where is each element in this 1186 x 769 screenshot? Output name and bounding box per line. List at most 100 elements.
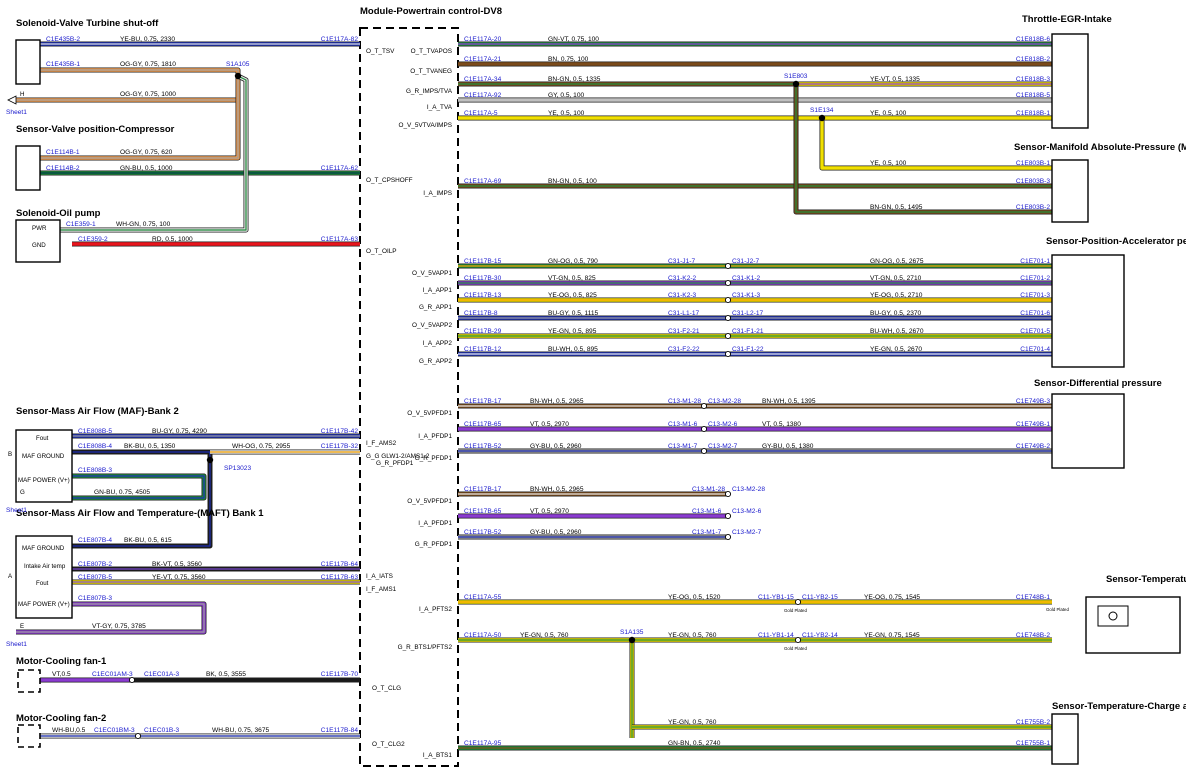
left-wire-connector-a: C1E114B-2 (46, 165, 80, 172)
left-wire-connector-a: C1E807B-5 (78, 574, 112, 581)
module-signal-label: O_T_OILP (366, 248, 397, 255)
dp2-wire-spec: BN-WH, 0.5, 2965 (530, 486, 584, 493)
app-wire-spec-2: YE-GN, 0.5, 2670 (870, 346, 922, 353)
cps-box (15, 145, 41, 191)
dp2-wire-spec: GY-BU, 0.5, 2960 (530, 529, 582, 536)
app-wire-spec-2: GN-OG, 0.5, 2675 (870, 258, 924, 265)
temp-wire-spec: YE-OG, 0.5, 1520 (668, 594, 721, 601)
fan2-signal: O_T_CLG2 (372, 741, 405, 748)
map-wire-spec: YE, 0.5, 100 (870, 160, 907, 167)
left-wire-spec: RD, 0.5, 1000 (152, 236, 193, 243)
dp2-wire-connector-l: C1E117B-65 (464, 508, 502, 515)
app-wire-connector-m2: C31-K1-3 (732, 292, 761, 299)
right-wire-connector-l: C1E117A-92 (464, 92, 502, 99)
right-signal-label: I_A_IMPS (423, 190, 452, 197)
fan2-title: Motor-Cooling fan-2 (16, 713, 106, 724)
left-wire-spec: BK-VT, 0.5, 3560 (152, 561, 202, 568)
dp-wire-connector-m1: C13-M1-6 (668, 421, 698, 428)
temp-wire-connector-m2: C11-YB2-14 (802, 632, 838, 639)
temp-gold-plated: Gold Plated (784, 646, 808, 651)
oilp-title: Solenoid-Oil pump (16, 208, 101, 219)
fan2-connector-1: C1EC01BM-3 (94, 727, 135, 734)
maf2-spec-4: BK-BU, 0.5, 1350 (124, 443, 176, 450)
fan2-spec-0: WH-BU,0.5 (52, 727, 86, 734)
dpf-element (1097, 605, 1129, 627)
app-wire-connector-l: C1E117B-15 (464, 258, 502, 265)
temp-inline-connector (794, 636, 802, 644)
app-wire-connector-r: C1E701-5 (1020, 328, 1050, 335)
left-wire-connector-b: C1E117A-62 (321, 165, 359, 172)
left-wire-connector-b: C1E117B-64 (321, 561, 359, 568)
maft-spec-4: BK-BU, 0.5, 615 (124, 537, 172, 544)
temp-wire-spec: YE-GN, 0.5, 760 (520, 632, 569, 639)
fan2-connector-r: C1E117B-84 (321, 727, 359, 734)
dp-inline-connector (700, 402, 708, 410)
temp-wire-connector-r: C1E755B-2 (1016, 719, 1050, 726)
dp2-wire-connector-l: C1E117B-52 (464, 529, 502, 536)
fan1-spec-0: VT,0.5 (52, 671, 71, 678)
app-inline-connector (724, 279, 732, 287)
dp2-wire-spec: VT, 0.5, 2970 (530, 508, 569, 515)
dp-wire-spec: BN-WH, 0.5, 2965 (530, 398, 584, 405)
maft-marker-e: E (20, 623, 24, 630)
oilp-spec-1: WH-GN, 0.75, 100 (116, 221, 171, 228)
dp2-signal-label: G_R_PFDP1 (415, 541, 453, 548)
temp-wire-spec-1b: YE-GN, 0.5, 760 (668, 632, 717, 639)
right-wire-connector-r: C1E818B-3 (1016, 76, 1050, 83)
right-splice-dot (792, 80, 800, 88)
maft-sheet-link[interactable]: Sheet1 (6, 641, 27, 648)
right-wire-connector-r: C1E818B-1 (1016, 110, 1050, 117)
right-wire-connector-l: C1E117A-69 (464, 178, 502, 185)
temp-wire-connector-r: C1E755B-1 (1016, 740, 1050, 747)
right-wire-spec-2: YE, 0.5, 100 (870, 110, 907, 117)
maf2-sheet-link[interactable]: Sheet1 (6, 507, 27, 514)
app-inline-connector (724, 296, 732, 304)
temp-signal-label: I_A_PFTS2 (419, 606, 452, 613)
temp-gold-plated: Gold Plated (784, 608, 808, 613)
right-wire-spec: GY, 0.5, 100 (548, 92, 585, 99)
app-wire-connector-m1: C31-K2-3 (668, 292, 697, 299)
app-wire-connector-r: C1E701-6 (1020, 310, 1050, 317)
fan2-inline-connector (134, 732, 142, 740)
temp-wire-connector-l: C1E117A-95 (464, 740, 502, 747)
oilp-pin-gnd: GND (32, 242, 46, 249)
app-signal-label: G_R_APP2 (419, 358, 452, 365)
temp-wire-spec: GN-BN, 0.5, 2740 (668, 740, 721, 747)
dp-wire-connector-m1: C13-M1-7 (668, 443, 698, 450)
left-wire-connector-a: C1E435B-2 (46, 36, 80, 43)
maf2-connector-3: C1E808B-3 (78, 467, 112, 474)
maf2-marker-b: B (8, 451, 12, 458)
app-wire-connector-m1: C31-K2-2 (668, 275, 697, 282)
app-wire-connector-l: C1E117B-12 (464, 346, 502, 353)
app-wire-connector-l: C1E117B-30 (464, 275, 502, 282)
app-wire-connector-l: C1E117B-13 (464, 292, 502, 299)
dp2-wire-connector-m2: C13-M2-7 (732, 529, 762, 536)
module-signal-label: I_F_AMS2 (366, 440, 397, 447)
left-wire-connector-b: C1E117A-63 (321, 236, 359, 243)
tsv-title: Solenoid-Valve Turbine shut-off (16, 18, 159, 29)
maft-pin-ground: MAF GROUND (22, 545, 65, 552)
dp-inline-connector (700, 447, 708, 455)
app-inline-connector (724, 262, 732, 270)
tsv-sheet-arrow (7, 95, 17, 105)
tsv-sheet-link[interactable]: Sheet1 (6, 109, 27, 116)
tsv-marker-h: H (20, 91, 24, 98)
oilp-pin-pwr: PWR (32, 225, 47, 232)
egr-box (1051, 33, 1089, 129)
module-signal-label: O_T_CPSHOFF (366, 177, 413, 184)
dp2-wire-connector-m1: C13-M1-28 (692, 486, 725, 493)
maf2-pin-power: MAF POWER (V+) (18, 477, 70, 484)
left-wire-connector-b: C1E117B-63 (321, 574, 359, 581)
module-powertrain-box (359, 27, 459, 767)
right-wire-connector-l: C1E117A-5 (464, 110, 498, 117)
temp-wire-connector-m1: C11-YB1-14 (758, 632, 794, 639)
right-wire-connector-r: C1E818B-5 (1016, 92, 1050, 99)
cat-box (1051, 713, 1079, 765)
app-title: Sensor-Position-Accelerator pedal (1046, 236, 1186, 247)
app-inline-connector (724, 314, 732, 322)
dp-wire-connector-l: C1E117B-17 (464, 398, 502, 405)
app-wire-connector-r: C1E701-2 (1020, 275, 1050, 282)
app-wire-connector-r: C1E701-4 (1020, 346, 1050, 353)
dp-wire-spec-2: VT, 0.5, 1380 (762, 421, 801, 428)
dp2-wire-connector-m1: C13-M1-6 (692, 508, 722, 515)
